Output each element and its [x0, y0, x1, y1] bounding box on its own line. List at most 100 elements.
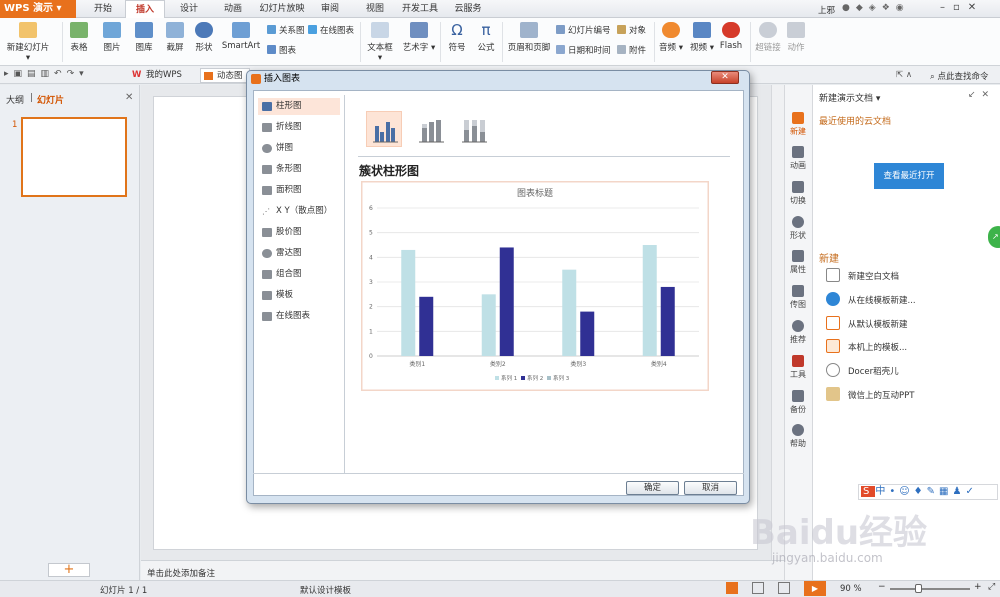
tab-design[interactable]: 设计: [172, 0, 206, 18]
add-slide-button[interactable]: +: [48, 563, 90, 577]
sidebar-recommend[interactable]: 推荐: [786, 320, 810, 345]
action-button[interactable]: 动作: [785, 22, 807, 62]
audio-button[interactable]: 音频 ▾: [657, 22, 685, 62]
tab-cloud[interactable]: 云服务: [448, 0, 488, 18]
chart-type-column[interactable]: 柱形图: [258, 98, 340, 115]
reading-view-icon[interactable]: [778, 582, 790, 594]
float-assistant-icon[interactable]: ↗: [988, 226, 1000, 248]
chart-type-pie[interactable]: 饼图: [258, 140, 340, 157]
new-from-online-template[interactable]: 从在线模板新建...: [826, 292, 916, 310]
user-name[interactable]: 上邪: [818, 4, 835, 16]
task-pane-controls[interactable]: ↙✕: [968, 90, 995, 100]
slide-number-button[interactable]: 幻灯片编号: [556, 25, 611, 37]
sidebar-new[interactable]: 新建: [786, 112, 810, 137]
attachment-button[interactable]: 附件: [617, 45, 646, 57]
close-panel-icon[interactable]: ✕: [125, 92, 133, 103]
chart-type-online[interactable]: 在线图表: [258, 308, 340, 325]
chart-button[interactable]: 图表: [267, 45, 296, 57]
ribbon-collapse-icons[interactable]: ⇱ ∧: [896, 70, 912, 80]
cancel-button[interactable]: 取消: [684, 481, 737, 495]
chart-type-template[interactable]: 模板: [258, 287, 340, 304]
tab-home[interactable]: 开始: [86, 0, 120, 18]
app-menu-button[interactable]: WPS 演示 ▾: [0, 0, 76, 18]
docer-link[interactable]: Docer稻壳儿: [826, 363, 899, 381]
sidebar-tools[interactable]: 工具: [786, 355, 810, 380]
textbox-button[interactable]: 文本框 ▾: [364, 22, 396, 63]
sidebar-upload-image[interactable]: 传图: [786, 285, 810, 310]
chart-type-radar[interactable]: 雷达图: [258, 245, 340, 262]
fit-window-icon[interactable]: ⤢: [988, 582, 995, 592]
chart-type-area[interactable]: 面积图: [258, 182, 340, 199]
gallery-button[interactable]: 图库: [130, 22, 158, 62]
chart-type-combo[interactable]: 组合图: [258, 266, 340, 283]
normal-view-icon[interactable]: [726, 582, 738, 594]
sidebar-backup[interactable]: 备份: [786, 390, 810, 415]
sidebar-shape[interactable]: 形状: [786, 216, 810, 241]
wechat-interactive-ppt[interactable]: 微信上的互动PPT: [826, 387, 914, 405]
table-button[interactable]: 表格: [66, 22, 92, 62]
zoom-slider-thumb[interactable]: [915, 584, 922, 593]
flash-button[interactable]: Flash: [718, 22, 744, 62]
chart-type-scatter[interactable]: ⋰ X Y（散点图）: [258, 203, 340, 220]
quick-access-icons[interactable]: ▸▣▤▥↶↷▾: [4, 69, 89, 79]
title-icons[interactable]: ●◆◈❖◉: [842, 3, 932, 15]
vertical-scrollbar[interactable]: [771, 85, 784, 560]
tab-outline[interactable]: 大纲: [6, 93, 24, 106]
play-slideshow-button[interactable]: ▶: [804, 581, 826, 596]
online-chart-button[interactable]: 在线图表: [308, 25, 354, 37]
subtype-percent-stacked-column[interactable]: [455, 111, 491, 147]
smartart-button[interactable]: SmartArt: [221, 22, 261, 62]
dialog-close-button[interactable]: ✕: [711, 71, 739, 84]
tab-review[interactable]: 审阅: [313, 0, 347, 18]
new-blank-doc[interactable]: 新建空白文档: [826, 268, 899, 286]
notes-area[interactable]: 单击此处添加备注: [141, 560, 784, 580]
zoom-in-icon[interactable]: +: [974, 582, 982, 592]
ime-toolbar[interactable]: S 中•☺♦✎▦♟✓: [858, 484, 998, 500]
doctab-my-wps[interactable]: W 我的WPS: [130, 68, 188, 83]
local-template[interactable]: 本机上的模板...: [826, 339, 907, 357]
doctab-current[interactable]: 动态图: [200, 68, 250, 83]
command-search[interactable]: ⌕ 点此查找命令: [930, 70, 988, 82]
subtype-stacked-column[interactable]: [412, 111, 448, 147]
task-pane-header[interactable]: 新建演示文档 ▾: [819, 91, 880, 104]
window-controls[interactable]: –▫✕: [940, 2, 984, 13]
new-slide-button[interactable]: 新建幻灯片 ▾: [4, 22, 52, 63]
tab-developer[interactable]: 开发工具: [398, 0, 442, 18]
picture-button[interactable]: 图片: [98, 22, 126, 62]
zoom-level[interactable]: 90 %: [840, 584, 862, 594]
sidebar-transition[interactable]: 切换: [786, 181, 810, 206]
tab-animation[interactable]: 动画: [216, 0, 250, 18]
tab-view[interactable]: 视图: [358, 0, 392, 18]
zoom-slider[interactable]: [890, 588, 970, 590]
symbol-button[interactable]: Ω 符号: [444, 22, 470, 62]
tab-insert[interactable]: 插入: [125, 0, 165, 18]
tab-slides[interactable]: 幻灯片: [37, 93, 64, 106]
wordart-button[interactable]: 艺术字 ▾: [402, 22, 436, 62]
header-footer-button[interactable]: 页眉和页脚: [506, 22, 552, 62]
sidebar-properties[interactable]: 属性: [786, 250, 810, 275]
new-doc-icon: [792, 112, 804, 124]
shape-button[interactable]: 形状: [190, 22, 218, 62]
ok-button[interactable]: 确定: [626, 481, 679, 495]
subtype-clustered-column[interactable]: [366, 111, 402, 147]
relation-chart-button[interactable]: 关系图: [267, 25, 305, 37]
slide-sorter-icon[interactable]: [752, 582, 764, 594]
chart-type-stock[interactable]: 股价图: [258, 224, 340, 241]
formula-button[interactable]: π 公式: [474, 22, 498, 62]
chart-type-line[interactable]: 折线图: [258, 119, 340, 136]
line-chart-icon: [262, 123, 272, 132]
zoom-out-icon[interactable]: −: [878, 582, 886, 592]
omega-icon: Ω: [451, 21, 463, 39]
screenshot-button[interactable]: 截屏: [161, 22, 189, 62]
chart-type-bar[interactable]: 条形图: [258, 161, 340, 178]
new-from-default-template[interactable]: 从默认模板新建: [826, 316, 908, 334]
video-button[interactable]: 视频 ▾: [688, 22, 716, 62]
sidebar-animation[interactable]: 动画: [786, 146, 810, 171]
hyperlink-button[interactable]: 超链接: [753, 22, 783, 62]
object-button[interactable]: 对象: [617, 25, 646, 37]
datetime-button[interactable]: 日期和时间: [556, 45, 611, 57]
tab-slideshow[interactable]: 幻灯片放映: [256, 0, 308, 18]
open-recent-button[interactable]: 查看最近打开: [874, 163, 944, 189]
slide-thumbnail[interactable]: [21, 117, 127, 197]
sidebar-help[interactable]: 帮助: [786, 424, 810, 449]
